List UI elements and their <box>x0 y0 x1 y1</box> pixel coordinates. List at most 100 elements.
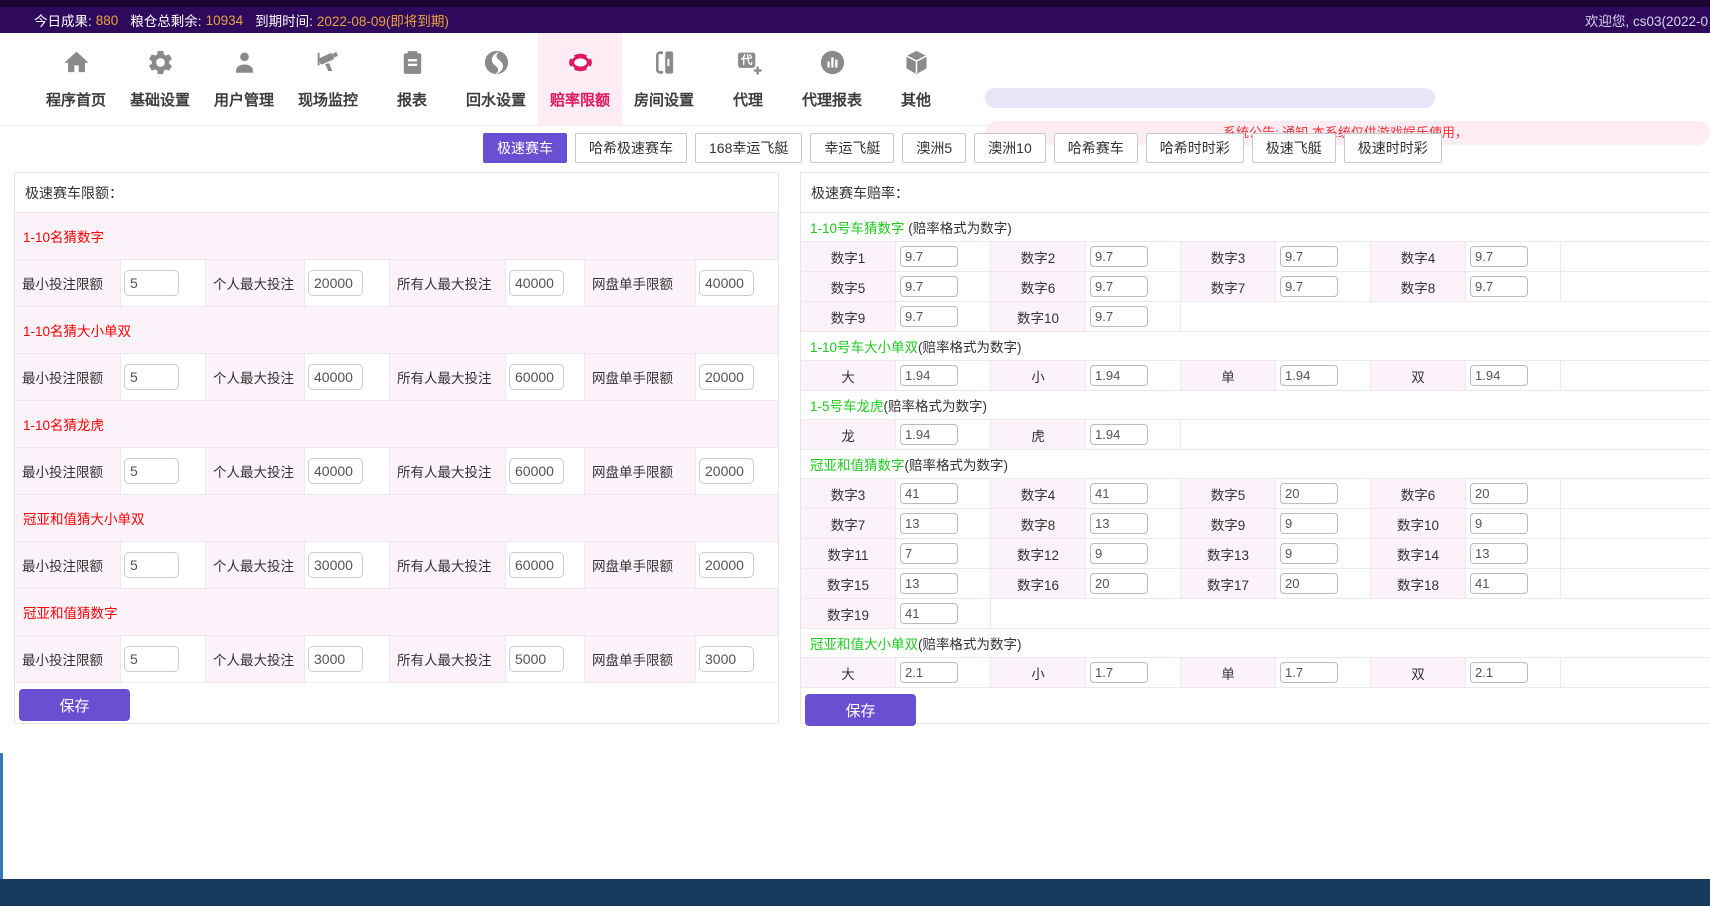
tab-8[interactable]: 极速飞艇 <box>1252 133 1336 163</box>
odds-cell-label: 数字3 <box>1181 242 1276 271</box>
odds-input[interactable] <box>1090 513 1148 534</box>
odds-input[interactable] <box>1470 483 1528 504</box>
limit-input[interactable] <box>124 552 179 578</box>
odds-input[interactable] <box>1280 276 1338 297</box>
limit-input[interactable] <box>509 458 564 484</box>
tab-3[interactable]: 幸运飞艇 <box>810 133 894 163</box>
odds-input[interactable] <box>1090 424 1148 445</box>
odds-input[interactable] <box>1470 543 1528 564</box>
limit-input[interactable] <box>124 364 179 390</box>
odds-cell-label: 数字13 <box>1181 539 1276 568</box>
odds-input[interactable] <box>1090 543 1148 564</box>
limit-input[interactable] <box>699 646 754 672</box>
limit-input[interactable] <box>699 364 754 390</box>
nav-item-odds[interactable]: 赔率限额 <box>538 33 622 125</box>
odds-input-cell <box>1086 509 1181 538</box>
limit-input[interactable] <box>699 458 754 484</box>
odds-input[interactable] <box>1090 246 1148 267</box>
limit-input[interactable] <box>509 270 564 296</box>
tab-9[interactable]: 极速时时彩 <box>1344 133 1442 163</box>
limit-input[interactable] <box>124 270 179 296</box>
odds-input[interactable] <box>900 483 958 504</box>
limit-input[interactable] <box>308 270 363 296</box>
odds-input[interactable] <box>1470 573 1528 594</box>
nav-item-user[interactable]: 用户管理 <box>202 33 286 125</box>
limits-save-button[interactable]: 保存 <box>19 689 130 721</box>
nav-item-label: 回水设置 <box>466 89 526 110</box>
odds-input[interactable] <box>1090 662 1148 683</box>
odds-input[interactable] <box>1470 662 1528 683</box>
limit-input[interactable] <box>308 552 363 578</box>
nav-item-rebate[interactable]: 回水设置 <box>454 33 538 125</box>
stat-label-granary: 粮仓总剩余: <box>130 10 201 30</box>
nav-item-cctv[interactable]: 现场监控 <box>286 33 370 125</box>
odds-cell-label: 数字16 <box>991 569 1086 598</box>
odds-input[interactable] <box>1470 276 1528 297</box>
nav-item-agent[interactable]: 代代理 <box>706 33 790 125</box>
odds-heading-note: (赔率格式为数字) <box>918 633 1022 653</box>
tab-7[interactable]: 哈希时时彩 <box>1146 133 1244 163</box>
tab-2[interactable]: 168幸运飞艇 <box>695 133 802 163</box>
odds-cell-label: 数字7 <box>801 509 896 538</box>
odds-input[interactable] <box>1280 662 1338 683</box>
limit-input[interactable] <box>509 646 564 672</box>
odds-input[interactable] <box>1090 365 1148 386</box>
nav-item-room[interactable]: 房间设置 <box>622 33 706 125</box>
odds-input[interactable] <box>900 246 958 267</box>
limit-input[interactable] <box>124 458 179 484</box>
tab-1[interactable]: 哈希极速赛车 <box>575 133 687 163</box>
tab-6[interactable]: 哈希赛车 <box>1054 133 1138 163</box>
limit-input[interactable] <box>308 646 363 672</box>
odds-input[interactable] <box>900 306 958 327</box>
odds-input-cell <box>896 361 991 390</box>
limit-field-label: 最小投注限额 <box>15 354 121 400</box>
limit-input-cell <box>506 448 585 494</box>
odds-input-cell <box>896 539 991 568</box>
odds-input[interactable] <box>1280 246 1338 267</box>
odds-cell-label: 双 <box>1371 361 1466 390</box>
odds-input[interactable] <box>1280 513 1338 534</box>
odds-input[interactable] <box>900 603 958 624</box>
odds-input[interactable] <box>1090 306 1148 327</box>
odds-input[interactable] <box>1280 365 1338 386</box>
odds-input[interactable] <box>1470 513 1528 534</box>
limit-input[interactable] <box>308 364 363 390</box>
tab-4[interactable]: 澳洲5 <box>902 133 966 163</box>
odds-input[interactable] <box>1470 246 1528 267</box>
odds-save-button[interactable]: 保存 <box>805 694 916 726</box>
nav-item-home[interactable]: 程序首页 <box>34 33 118 125</box>
odds-input[interactable] <box>900 424 958 445</box>
odds-input-cell <box>1086 361 1181 390</box>
odds-save-row: 保存 <box>801 688 1710 726</box>
limit-input[interactable] <box>308 458 363 484</box>
stat-label-today: 今日成果: <box>34 10 92 30</box>
odds-input[interactable] <box>1090 573 1148 594</box>
limit-input[interactable] <box>124 646 179 672</box>
nav-item-agent-report[interactable]: 代理报表 <box>790 33 874 125</box>
odds-input[interactable] <box>900 365 958 386</box>
odds-input[interactable] <box>900 662 958 683</box>
nav-item-gear[interactable]: 基础设置 <box>118 33 202 125</box>
nav-item-report[interactable]: 报表 <box>370 33 454 125</box>
limit-row: 最小投注限额个人最大投注所有人最大投注网盘单手限额 <box>15 354 778 401</box>
limit-input[interactable] <box>509 364 564 390</box>
odds-input[interactable] <box>900 276 958 297</box>
nav-item-cube[interactable]: 其他 <box>874 33 958 125</box>
limit-input[interactable] <box>699 552 754 578</box>
odds-input[interactable] <box>1470 365 1528 386</box>
odds-input[interactable] <box>900 513 958 534</box>
odds-input[interactable] <box>900 543 958 564</box>
limit-field-label: 网盘单手限额 <box>585 448 696 494</box>
odds-input[interactable] <box>1280 573 1338 594</box>
odds-input[interactable] <box>1090 483 1148 504</box>
odds-row: 数字11数字12数字13数字14 <box>801 539 1710 569</box>
odds-input[interactable] <box>1280 483 1338 504</box>
odds-input[interactable] <box>1280 543 1338 564</box>
limit-input[interactable] <box>509 552 564 578</box>
odds-input[interactable] <box>900 573 958 594</box>
tab-5[interactable]: 澳洲10 <box>974 133 1046 163</box>
nav-item-label: 房间设置 <box>634 89 694 110</box>
odds-input[interactable] <box>1090 276 1148 297</box>
limit-input[interactable] <box>699 270 754 296</box>
tab-0[interactable]: 极速赛车 <box>483 133 567 163</box>
